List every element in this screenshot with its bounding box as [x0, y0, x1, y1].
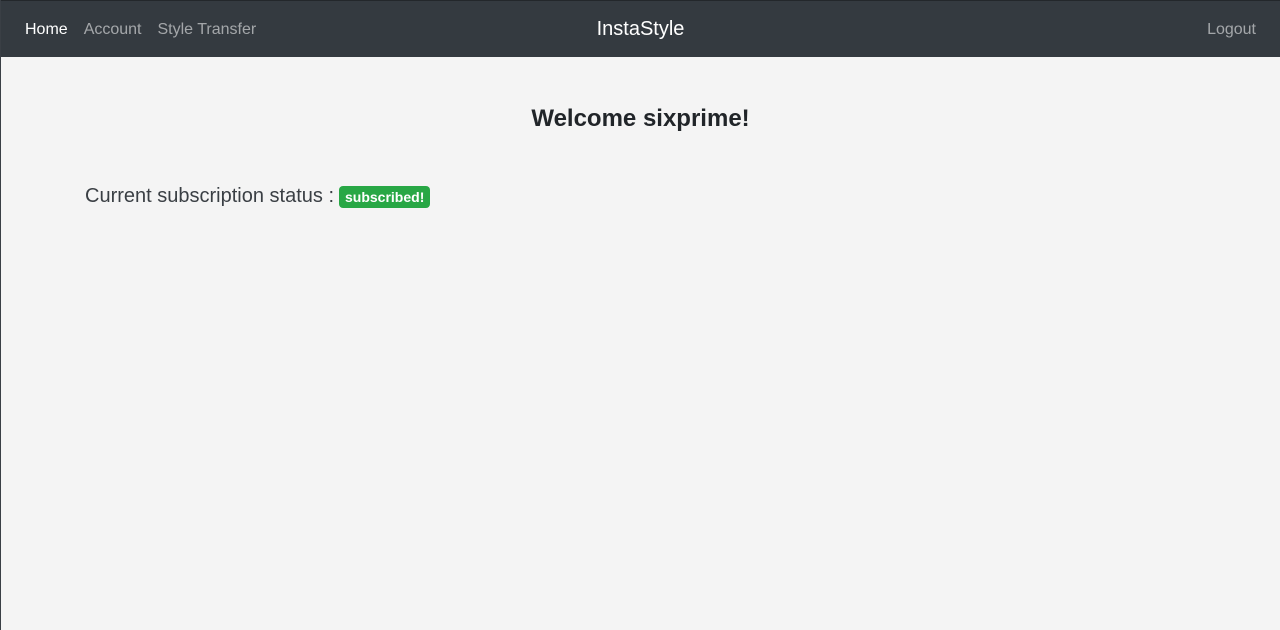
logout-link[interactable]: Logout: [1207, 1, 1256, 58]
status-badge: subscribed!: [339, 185, 431, 208]
welcome-heading: Welcome sixprime!: [531, 105, 750, 132]
nav-link-style-transfer[interactable]: Style Transfer: [158, 21, 257, 39]
nav-link-account[interactable]: Account: [84, 21, 142, 39]
subscription-status-label: Current subscription status :: [85, 185, 334, 207]
top-navbar: Home Account Style Transfer InstaStyle L…: [1, 0, 1280, 57]
nav-links: Home Account Style Transfer: [25, 1, 272, 58]
brand-title[interactable]: InstaStyle: [597, 18, 685, 41]
main-content: Welcome sixprime! Current subscription s…: [1, 57, 1280, 630]
subscription-status-line: Current subscription status : subscribed…: [85, 185, 431, 208]
nav-link-home[interactable]: Home: [25, 21, 68, 39]
